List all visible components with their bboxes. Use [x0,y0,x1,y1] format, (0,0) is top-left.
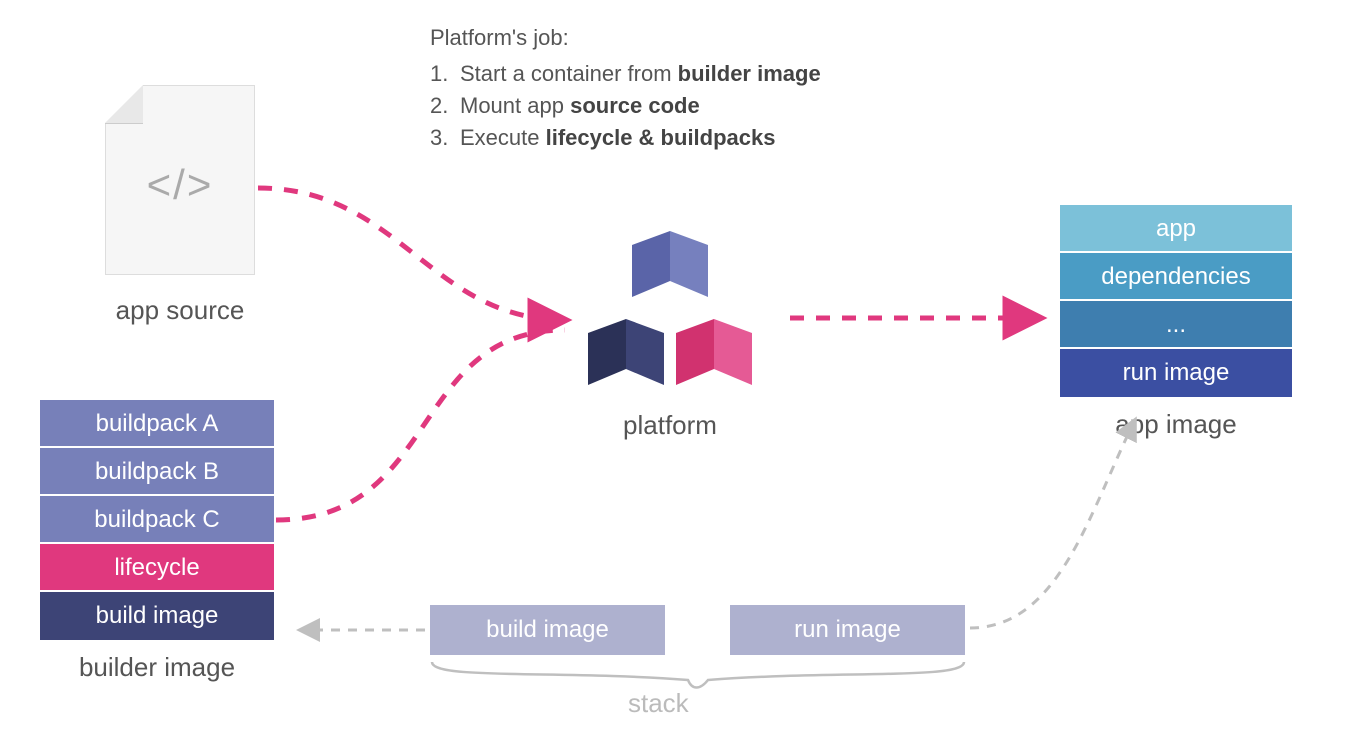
platform-job-list: 1.Start a container from builder image 2… [430,61,821,151]
platform-job-title: Platform's job: [430,25,821,51]
app-image-layer: run image [1060,349,1292,397]
arrow-builder-to-platform [276,330,565,520]
stack-label: stack [628,688,689,719]
file-fold-icon [105,85,143,123]
app-source-file-icon: </> [105,85,255,275]
code-glyph-icon: </> [106,161,254,209]
app-image-layer: dependencies [1060,253,1292,301]
builder-layer: lifecycle [40,544,274,592]
builder-layer: buildpack C [40,496,274,544]
platform-job-block: Platform's job: 1.Start a container from… [430,25,821,157]
arrow-source-to-platform [258,188,565,320]
platform-job-step: 2.Mount app source code [430,93,821,119]
platform-logo-icon [580,225,760,395]
platform-label: platform [580,410,760,441]
app-source-label: app source [105,295,255,326]
platform-job-step: 1.Start a container from builder image [430,61,821,87]
builder-image-label: builder image [40,652,274,683]
stack-brace-icon [432,662,964,688]
stack-run-image-box: run image [730,605,965,655]
app-image-label: app image [1060,409,1292,440]
app-image-layer: app [1060,205,1292,253]
stack-build-image-box: build image [430,605,665,655]
builder-layer: buildpack B [40,448,274,496]
builder-image-stack: buildpack Abuildpack Bbuildpack Clifecyc… [40,400,274,683]
arrow-runimage-to-appimage [970,420,1135,628]
app-image-stack: appdependencies...run image app image [1060,205,1292,440]
platform-job-step: 3.Execute lifecycle & buildpacks [430,125,821,151]
builder-layer: build image [40,592,274,640]
builder-layer: buildpack A [40,400,274,448]
app-image-layer: ... [1060,301,1292,349]
